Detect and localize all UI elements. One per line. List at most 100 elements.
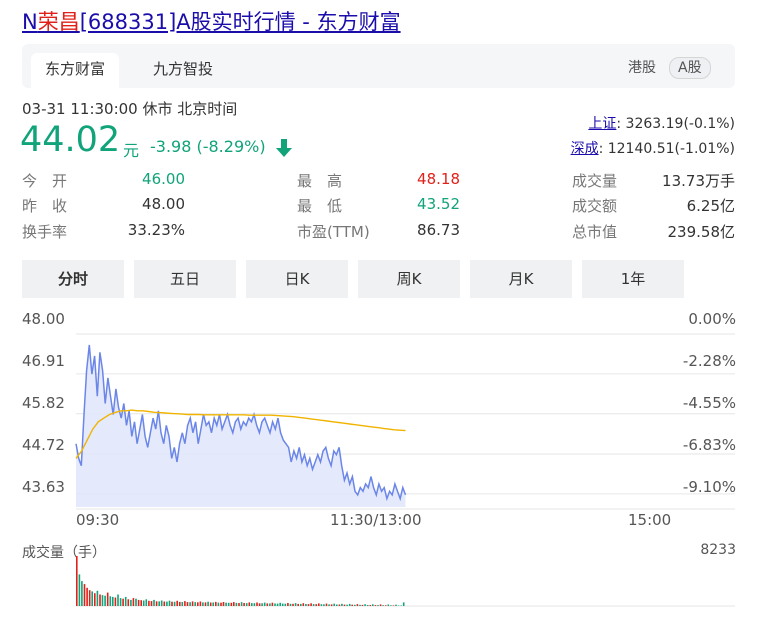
volume-bar — [78, 574, 81, 606]
volume-bar — [81, 581, 83, 606]
volume-bar — [374, 605, 377, 606]
volume-bar — [387, 604, 390, 606]
volume-bar — [150, 601, 153, 606]
volume-bar — [222, 602, 225, 606]
volume-bar — [184, 601, 186, 606]
volume-bar — [300, 603, 302, 606]
volume-bar — [384, 605, 387, 606]
volume-bar — [140, 600, 142, 606]
volume-bar — [346, 604, 348, 606]
volume-bar — [369, 605, 372, 606]
volume-bar — [163, 601, 166, 606]
volume-bar — [176, 600, 178, 606]
volume-bar — [122, 598, 124, 606]
volume-bar — [320, 604, 323, 606]
volume-bar — [186, 602, 189, 606]
volume-bar — [292, 603, 294, 606]
volume-bar — [199, 601, 202, 606]
volume-bar — [117, 594, 119, 606]
volume-bar — [106, 592, 109, 606]
volume-bar — [325, 603, 328, 606]
volume-bar — [294, 603, 297, 606]
volume-bar — [96, 590, 99, 606]
volume-bar — [336, 604, 338, 606]
volume-bar — [155, 601, 158, 606]
volume-bar — [361, 604, 364, 606]
volume-bar — [158, 601, 160, 606]
volume-bar — [343, 604, 346, 606]
volume-bar — [382, 605, 384, 606]
volume-bar — [333, 603, 335, 606]
volume-bar — [354, 604, 356, 606]
volume-bar — [86, 587, 88, 606]
volume-bar — [233, 602, 235, 606]
volume-bar — [179, 601, 181, 606]
volume-bar — [225, 602, 227, 606]
volume-bar — [212, 602, 214, 606]
volume-bar — [127, 599, 130, 606]
volume-bar — [142, 600, 145, 606]
volume-bar — [194, 602, 196, 606]
volume-bar — [395, 604, 397, 606]
volume-bar — [274, 603, 276, 606]
volume-bar — [130, 599, 132, 606]
volume-bar — [330, 604, 333, 606]
volume-bar — [258, 603, 261, 606]
volume-bar — [338, 604, 341, 606]
volume-bar — [263, 602, 266, 606]
volume-bar — [189, 602, 191, 606]
volume-bar — [148, 600, 150, 606]
volume-bar — [251, 603, 253, 606]
volume-bar — [359, 604, 361, 606]
volume-bar — [289, 603, 292, 606]
volume-bar — [271, 602, 274, 606]
volume-bar — [135, 598, 137, 606]
volume-bar — [323, 604, 325, 606]
volume-bar — [166, 601, 168, 606]
volume-bar — [101, 595, 104, 606]
volume-bar — [230, 602, 233, 606]
volume-bar — [297, 603, 299, 606]
volume-bar — [227, 602, 230, 606]
volume-bar — [173, 601, 176, 606]
volume-bar — [312, 604, 315, 606]
volume-bar — [112, 596, 114, 606]
volume-bar — [238, 603, 240, 606]
volume-bar — [402, 602, 405, 606]
volume-bar — [279, 602, 281, 606]
volume-bar — [400, 605, 402, 606]
volume-bar — [351, 604, 353, 606]
volume-bar — [209, 602, 212, 606]
volume-bar — [248, 602, 251, 606]
volume-bar — [104, 595, 106, 606]
volume-bar — [261, 603, 263, 606]
volume-bar — [281, 603, 284, 606]
volume-bar — [202, 602, 204, 606]
volume-bar — [256, 602, 258, 606]
volume-bar — [310, 603, 312, 606]
volume-bar — [119, 598, 122, 606]
volume-bar — [341, 603, 343, 606]
volume-bar — [307, 604, 310, 606]
volume-bar — [302, 603, 305, 606]
volume-bar — [377, 605, 379, 606]
volume-bar — [364, 604, 366, 606]
volume-bar — [204, 602, 207, 606]
volume-bar — [124, 596, 127, 606]
volume-bar — [235, 602, 238, 606]
volume-bar — [266, 603, 269, 606]
volume-bar — [269, 603, 271, 606]
volume-bar — [215, 601, 217, 606]
volume-bar — [83, 584, 86, 606]
volume-bar — [160, 600, 163, 606]
volume-bar — [276, 603, 279, 606]
volume-bar — [220, 602, 222, 606]
volume-bar — [328, 604, 330, 606]
volume-bar — [240, 602, 243, 606]
intraday-chart[interactable] — [0, 0, 765, 620]
volume-bar — [94, 593, 96, 606]
volume-bar — [245, 603, 248, 606]
volume-bar — [207, 601, 209, 606]
volume-bar — [284, 603, 287, 606]
volume-bar — [356, 604, 359, 606]
